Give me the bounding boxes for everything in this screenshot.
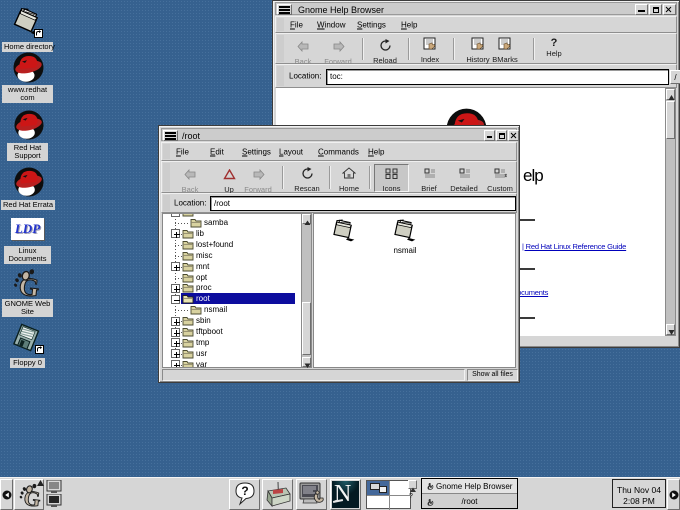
svg-text:?: ? [241, 484, 248, 498]
